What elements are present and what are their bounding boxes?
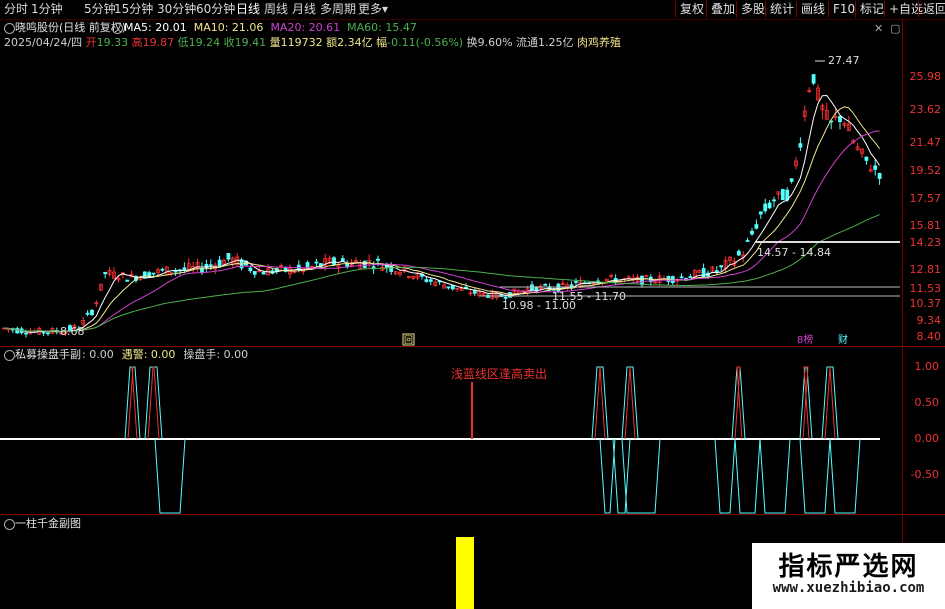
oscillator-pulse: [731, 366, 746, 440]
watermark-title: 指标严选网: [778, 552, 919, 582]
candle-body: [644, 275, 649, 278]
candle-body: [46, 332, 50, 335]
marker-label: 8榜: [797, 333, 813, 346]
high-label: 27.47: [828, 54, 860, 67]
candle-body: [679, 276, 684, 279]
range-label: 14.57 - 14.84: [757, 246, 831, 259]
candle-body: [248, 267, 253, 272]
candle-body: [877, 173, 882, 179]
candle-body: [701, 268, 706, 278]
marker-label: 回: [404, 335, 413, 346]
candle-body: [252, 271, 257, 275]
candle-body: [103, 271, 108, 275]
candle-body: [714, 270, 719, 273]
candle-body: [446, 286, 451, 289]
range-label: 10.98 - 11.00: [502, 299, 576, 312]
watermark-url: www.xuezhibiao.com: [772, 580, 925, 596]
ma5-line: [3, 94, 881, 333]
candle-body: [780, 189, 785, 201]
candle-body: [261, 271, 266, 275]
oscillator-pulse: [591, 366, 609, 440]
candle-body: [208, 264, 213, 267]
candle-body: [864, 156, 869, 161]
oscillator-pulse: [759, 438, 791, 514]
candle-body: [340, 258, 345, 262]
candle-body: [142, 271, 147, 279]
oscillator-pulse: [821, 366, 839, 440]
candle-body: [296, 264, 301, 270]
low-label: 8.68: [60, 325, 85, 338]
candle-body: [151, 272, 156, 275]
oscillator-pulse: [154, 438, 186, 514]
candle-body: [543, 283, 548, 286]
candle-body: [332, 257, 336, 265]
candle-body: [798, 143, 803, 148]
candle-body: [758, 211, 763, 215]
candle-body: [754, 224, 759, 229]
candle-body: [428, 279, 433, 282]
candle-body: [90, 309, 94, 316]
candle-body: [811, 74, 816, 84]
candle-body: [125, 279, 130, 282]
candle-body: [305, 262, 310, 268]
candle-body: [750, 230, 754, 235]
candle-body: [376, 258, 380, 261]
candle-body: [745, 240, 750, 242]
candle-body: [226, 253, 231, 260]
candle-body: [767, 202, 772, 209]
candle-body: [574, 281, 578, 283]
candle-body: [736, 250, 741, 256]
marker-label: 财: [838, 333, 848, 346]
candle-body: [719, 265, 724, 268]
candle-body: [424, 279, 429, 282]
candle-body: [147, 272, 152, 279]
oscillator-pulse: [144, 366, 163, 440]
candle-body: [873, 165, 878, 170]
ma20-line: [3, 130, 880, 332]
candle-body: [534, 286, 539, 293]
oscillator-pulse: [799, 438, 831, 514]
oscillator-pulse: [714, 438, 736, 514]
candle-body: [173, 270, 178, 273]
candle-body: [789, 178, 794, 182]
candle-body: [160, 268, 165, 271]
candle-body: [838, 115, 842, 123]
oscillator-pulse: [734, 438, 761, 514]
oscillator-pulse: [599, 438, 616, 514]
oscillator-pulse: [612, 438, 631, 514]
candle-body: [182, 267, 187, 271]
candle-body: [763, 203, 768, 212]
candle-body: [217, 259, 222, 267]
kline-chart[interactable]: 27.478.6814.57 - 14.8411.55 - 11.7010.98…: [0, 0, 945, 609]
candle-body: [688, 276, 693, 279]
candle-body: [640, 275, 644, 286]
candle-body: [85, 312, 90, 315]
candle-body: [24, 332, 28, 335]
candle-body: [772, 199, 776, 202]
oscillator-pulse: [621, 366, 639, 440]
candle-body: [314, 261, 319, 264]
ma10-line: [3, 106, 881, 333]
yellow-bar: [456, 537, 474, 609]
oscillator-pulse: [829, 438, 861, 514]
